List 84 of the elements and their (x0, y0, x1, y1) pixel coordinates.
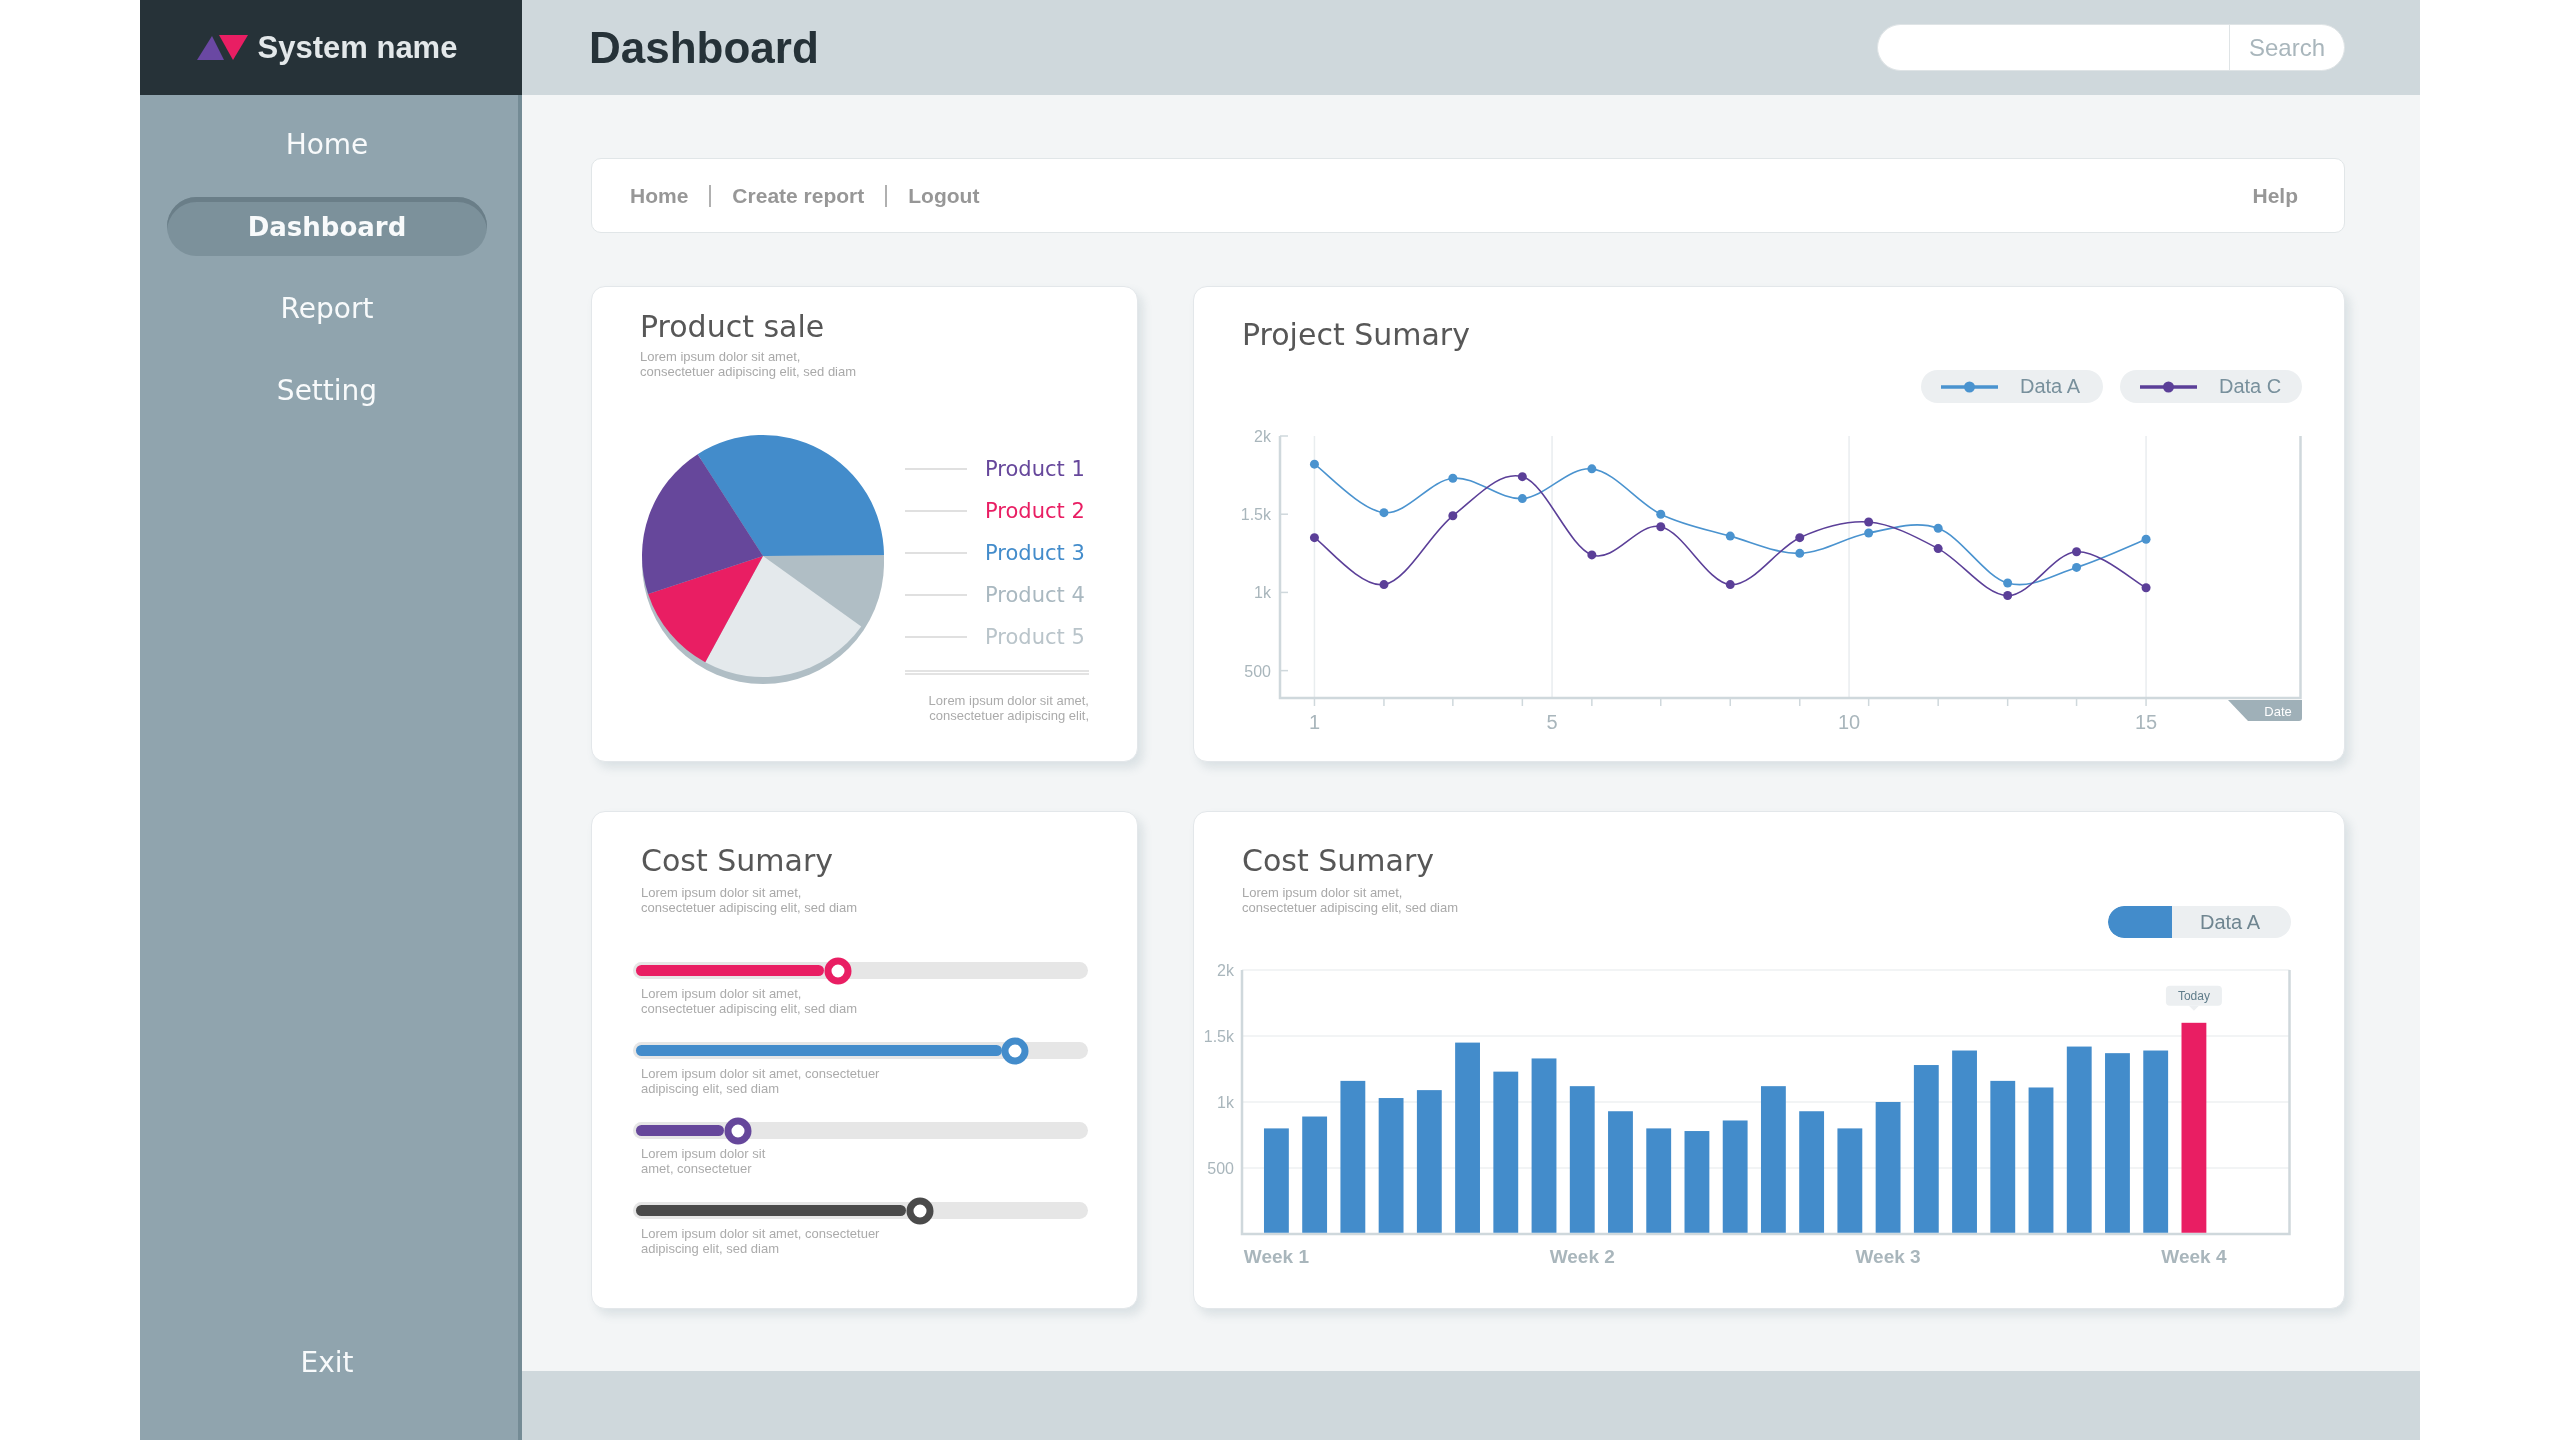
axis-label: 1.5k (1240, 506, 1271, 524)
axis-label: 1.5k (1203, 1028, 1234, 1045)
logo-icon (196, 35, 248, 60)
search-field[interactable] (1877, 24, 2229, 71)
data-point (1517, 472, 1527, 482)
data-point (2141, 583, 2151, 593)
data-point (2003, 578, 2013, 588)
slider-handle[interactable] (724, 1117, 752, 1144)
legend-label: Data A (2020, 375, 2081, 398)
axis-label: Week 3 (1855, 1246, 1921, 1267)
brand-name: System name (257, 29, 458, 66)
axis-label: 5 (1546, 711, 1558, 733)
sidebar-item[interactable]: Setting (167, 361, 487, 420)
sidebar-item[interactable]: Report (167, 279, 487, 338)
card-title: Cost Sumary (641, 843, 834, 879)
data-point (2003, 591, 2013, 601)
axis-label: 2k (1217, 962, 1234, 979)
data-point (1725, 531, 1735, 541)
data-point (1587, 550, 1597, 560)
card-description: Lorem ipsum dolor sit amet, consectetuer adipiscing elit, sed diam (641, 885, 859, 915)
nav-link[interactable]: Create report (732, 183, 865, 208)
annotation: Today (2177, 989, 2210, 1004)
legend-label: Data C (2219, 375, 2282, 398)
data-point (1587, 464, 1597, 474)
card-description: Lorem ipsum dolor sit amet, consectetuer adipiscing elit, sed diam (640, 349, 858, 379)
axis-label: 15 (2134, 711, 2158, 733)
axis-label: Week 4 (2161, 1246, 2227, 1267)
search-button[interactable]: Search (2229, 24, 2345, 71)
legend-label: Product 1 (985, 456, 1085, 482)
axis-label: 1 (1308, 711, 1320, 733)
legend-label: Data A (2200, 910, 2261, 934)
help-link[interactable]: Help (2252, 183, 2298, 208)
exit-button[interactable]: Exit (167, 1333, 487, 1392)
axis-label: Week 1 (1243, 1246, 1309, 1267)
data-point (2072, 547, 2082, 557)
slider-description: Lorem ipsum dolor sit amet, consectetuer adipiscing elit, sed diam (641, 986, 859, 1016)
data-point (1309, 459, 1319, 469)
data-point (1309, 533, 1319, 543)
data-point (1379, 508, 1389, 518)
axis-label: 2k (1254, 428, 1271, 445)
slider-handle[interactable] (906, 1197, 934, 1224)
data-point (1448, 511, 1458, 521)
nav-link[interactable]: Home (630, 183, 689, 208)
nav-link[interactable]: Logout (908, 183, 980, 208)
axis-title-tag: Date (2228, 700, 2302, 721)
data-point (1725, 580, 1735, 590)
data-point (1656, 522, 1666, 532)
sidebar-item[interactable]: Dashboard (167, 197, 487, 256)
data-point (1864, 517, 1874, 527)
axis-label: 1k (1254, 584, 1271, 602)
data-point (1656, 509, 1666, 519)
data-point (1864, 528, 1874, 538)
data-point (1933, 544, 1943, 554)
card-title: Cost Sumary (1242, 843, 1435, 879)
card-title: Product sale (640, 309, 826, 345)
legend-label: Product 2 (985, 498, 1085, 524)
data-point (1795, 533, 1805, 543)
data-point (1517, 494, 1527, 504)
slider-description: Lorem ipsum dolor sit amet, consectetuer adipiscing elit, sed diam (641, 1226, 881, 1256)
axis-label: 500 (1244, 662, 1271, 680)
axis-label: Week 2 (1549, 1246, 1615, 1267)
card-title: Project Sumary (1242, 317, 1471, 353)
today-callout: Today (2165, 985, 2222, 1011)
slider-description: Lorem ipsum dolor sit amet, consectetuer adipiscing elit, sed diam (641, 1066, 881, 1096)
data-point (1379, 580, 1389, 590)
axis-label: 10 (1837, 711, 1861, 733)
card-description: Lorem ipsum dolor sit amet, consectetuer adipiscing elit, sed diam (1242, 885, 1459, 915)
slider-description: Lorem ipsum dolor sit amet, consectetuer (641, 1146, 767, 1176)
slider-handle[interactable] (1001, 1037, 1029, 1064)
data-point (1933, 523, 1943, 533)
chart-note: Lorem ipsum dolor sit amet, consectetuer adipiscing elit, (927, 693, 1089, 723)
legend-label: Product 4 (985, 582, 1085, 608)
data-point (1448, 473, 1458, 483)
data-point (2141, 534, 2151, 544)
data-point (1795, 548, 1805, 558)
x-axis-title: Date (2264, 704, 2292, 719)
page-title: Dashboard (589, 21, 819, 74)
slider-handle[interactable] (824, 957, 852, 984)
sidebar-item[interactable]: Home (167, 115, 487, 174)
data-point (2072, 562, 2082, 572)
legend-label: Product 3 (985, 540, 1085, 566)
axis-label: 500 (1207, 1160, 1234, 1177)
axis-label: 1k (1217, 1094, 1234, 1111)
legend-label: Product 5 (985, 624, 1085, 650)
